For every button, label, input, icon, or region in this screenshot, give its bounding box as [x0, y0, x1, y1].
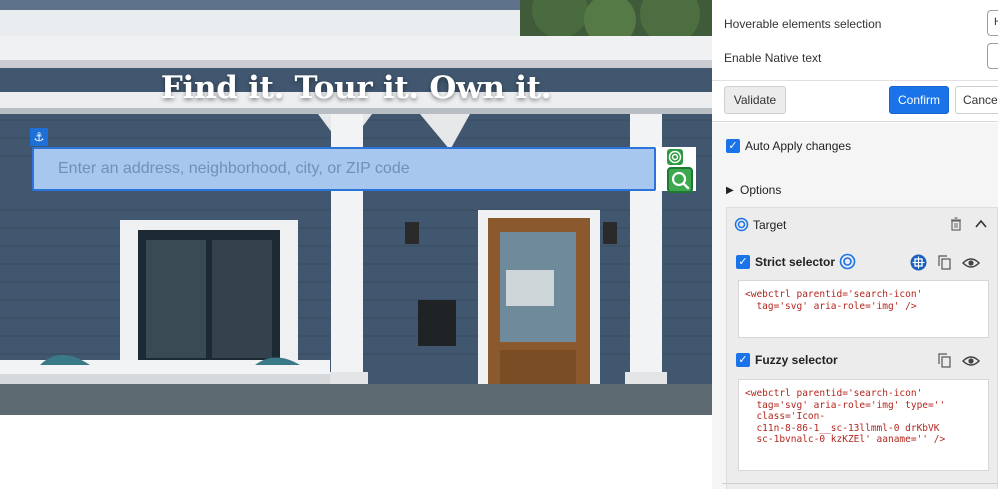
cancel-button[interactable]: Cance: [955, 86, 998, 114]
search-field-highlight: [32, 147, 656, 191]
target-marker-icon: [667, 149, 683, 165]
hoverable-dropdown[interactable]: H: [987, 10, 998, 36]
strict-selector-checkbox[interactable]: ✓: [736, 255, 750, 269]
panel-selector-area: ✓ Auto Apply changes ▶ Options Target ✓ …: [712, 123, 998, 489]
fuzzy-eye-icon[interactable]: [962, 355, 980, 367]
fuzzy-selector-code[interactable]: <webctrl parentid='search-icon' tag='svg…: [738, 379, 989, 471]
confirm-button[interactable]: Confirm: [889, 86, 949, 114]
strict-selector-label: Strict selector: [755, 255, 836, 269]
eye-icon[interactable]: [962, 257, 980, 269]
anchor-icon[interactable]: ⚓: [30, 128, 48, 146]
fuzzy-copy-icon[interactable]: [938, 353, 951, 368]
hero-title: Find it. Tour it. Own it.: [160, 70, 552, 106]
options-label[interactable]: Options: [740, 183, 781, 197]
hoverable-label: Hoverable elements selection: [724, 17, 882, 31]
search-icon[interactable]: [667, 167, 693, 193]
panel-top-settings: Hoverable elements selection H Enable Na…: [712, 0, 998, 122]
auto-apply-checkbox[interactable]: ✓: [726, 139, 740, 153]
validate-button[interactable]: Validate: [724, 86, 786, 114]
collapse-chevron-up-icon[interactable]: [975, 219, 987, 228]
fuzzy-selector-checkbox[interactable]: ✓: [736, 353, 750, 367]
divider: [712, 80, 998, 81]
native-text-toggle[interactable]: [987, 43, 998, 69]
trash-icon[interactable]: [950, 217, 962, 231]
strict-target-icon[interactable]: [839, 253, 856, 270]
target-icon: [734, 217, 749, 232]
options-caret-icon[interactable]: ▶: [726, 184, 734, 197]
target-card: Target ✓ Strict selector <webctrl parent…: [726, 207, 998, 489]
native-text-label: Enable Native text: [724, 51, 822, 65]
strict-selector-code[interactable]: <webctrl parentid='search-icon' tag='svg…: [738, 280, 989, 338]
copy-icon[interactable]: [938, 255, 951, 270]
element-picker-icon[interactable]: [910, 254, 927, 271]
selector-panel: Hoverable elements selection H Enable Na…: [712, 0, 998, 489]
fuzzy-selector-label: Fuzzy selector: [755, 353, 838, 367]
search-input[interactable]: [34, 149, 654, 189]
panel-footer-edge: [722, 483, 998, 489]
target-label: Target: [753, 218, 787, 232]
auto-apply-label: Auto Apply changes: [745, 139, 852, 153]
hero-banner: Find it. Tour it. Own it.: [0, 0, 712, 415]
house-photo: [0, 0, 712, 415]
